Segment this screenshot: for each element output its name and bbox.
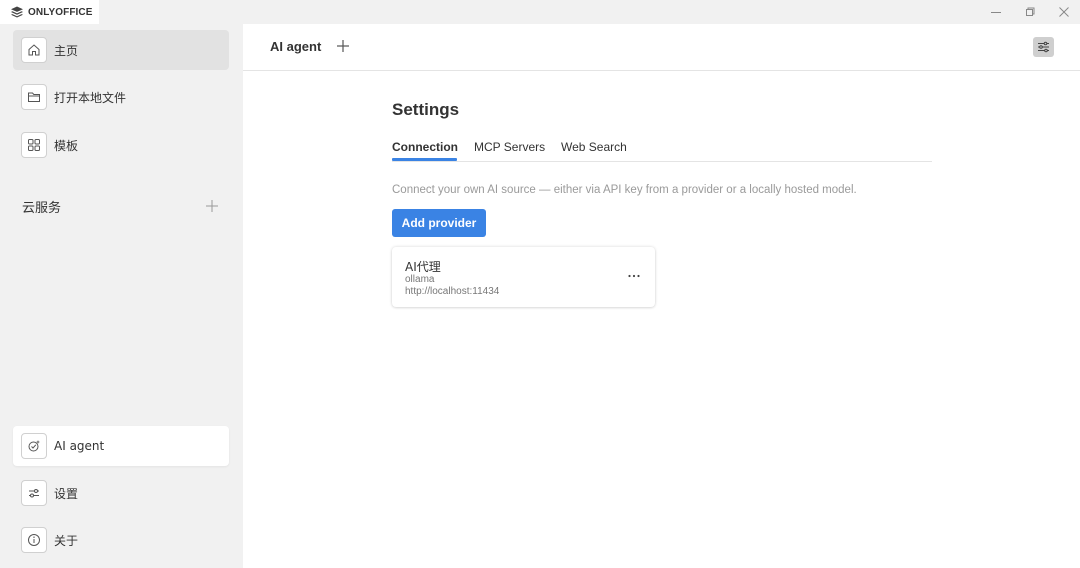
sidebar-item-label: AI agent (54, 439, 105, 453)
folder-icon (21, 84, 47, 110)
add-provider-button[interactable]: Add provider (392, 209, 486, 237)
more-dots-icon (628, 274, 640, 278)
close-icon (1059, 7, 1069, 17)
settings-tabs: Connection MCP Servers Web Search (392, 134, 932, 162)
page-title: AI agent (270, 39, 322, 54)
sidebar-item-settings[interactable]: 设置 (13, 473, 229, 513)
sidebar: 主页 打开本地文件 模板 云服务 AI agent 设置 关于 (0, 24, 243, 568)
tab-web-search[interactable]: Web Search (561, 140, 627, 154)
templates-icon (21, 132, 47, 158)
main-panel: AI agent Settings Connection MCP Servers… (243, 24, 1080, 568)
sidebar-item-label: 模板 (54, 138, 79, 153)
add-tab-icon[interactable] (336, 39, 350, 53)
settings-toggle-button[interactable] (1033, 37, 1054, 57)
add-cloud-icon[interactable] (204, 198, 220, 214)
active-tab-indicator (392, 158, 457, 161)
app-name: ONLYOFFICE (28, 6, 93, 18)
settings-sliders-icon (21, 480, 47, 506)
main-header: AI agent (243, 24, 1080, 71)
info-icon (21, 527, 47, 553)
restore-button[interactable] (1013, 0, 1047, 24)
provider-url: http://localhost:11434 (405, 286, 500, 297)
minimize-button[interactable] (979, 0, 1013, 24)
sidebar-item-label: 主页 (54, 43, 79, 58)
ai-agent-icon (21, 433, 47, 459)
sidebar-item-home[interactable]: 主页 (13, 30, 229, 70)
minimize-icon (991, 12, 1001, 13)
close-button[interactable] (1047, 0, 1080, 24)
sidebar-item-templates[interactable]: 模板 (13, 125, 229, 165)
cloud-services-label: 云服务 (22, 200, 62, 216)
provider-type: ollama (405, 274, 435, 285)
connection-description: Connect your own AI source — either via … (392, 184, 857, 196)
sidebar-item-label: 关于 (54, 533, 79, 548)
sidebar-item-open-local-file[interactable]: 打开本地文件 (13, 77, 229, 117)
sidebar-item-about[interactable]: 关于 (13, 520, 229, 560)
sidebar-item-label: 打开本地文件 (54, 90, 127, 105)
app-tab[interactable]: ONLYOFFICE (0, 0, 99, 24)
restore-icon (1026, 7, 1035, 16)
provider-name: AI代理 (405, 260, 441, 274)
provider-card[interactable]: AI代理 ollama http://localhost:11434 (392, 247, 655, 307)
onlyoffice-logo-icon (11, 6, 23, 18)
cloud-services-header: 云服务 (22, 196, 222, 216)
tab-mcp-servers[interactable]: MCP Servers (474, 140, 545, 154)
settings-title: Settings (392, 100, 460, 119)
title-bar: ONLYOFFICE (0, 0, 1080, 24)
more-options-button[interactable] (624, 266, 644, 286)
tab-connection[interactable]: Connection (392, 140, 458, 154)
home-icon (21, 37, 47, 63)
sidebar-item-ai-agent[interactable]: AI agent (13, 426, 229, 466)
sidebar-item-label: 设置 (54, 486, 79, 501)
sliders-icon (1038, 41, 1049, 53)
